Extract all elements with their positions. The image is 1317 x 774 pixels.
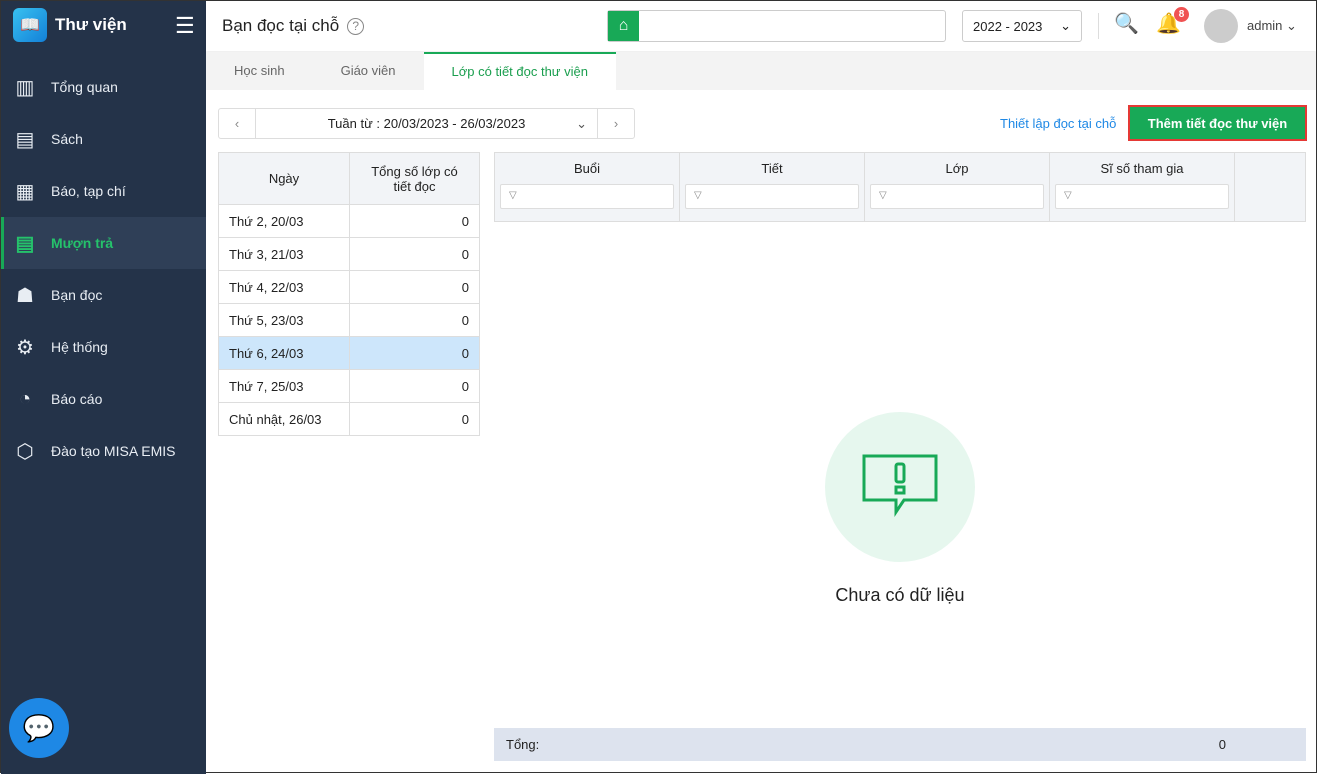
- count-cell: 0: [349, 237, 480, 271]
- day-cell: Thứ 4, 22/03: [218, 270, 350, 304]
- table-row[interactable]: Thứ 4, 22/03 0: [218, 270, 480, 304]
- setup-link[interactable]: Thiết lập đọc tại chỗ: [1000, 116, 1116, 131]
- sidebar-item-label: Đào tạo MISA EMIS: [51, 443, 176, 459]
- table-row[interactable]: Thứ 6, 24/03 0: [218, 336, 480, 370]
- total-label: Tổng:: [506, 737, 540, 752]
- sidebar-item-system[interactable]: ⚙ Hệ thống: [1, 321, 206, 373]
- total-value: 0: [1218, 737, 1226, 752]
- tab-bar: Học sinh Giáo viên Lớp có tiết đọc thư v…: [206, 52, 1316, 90]
- week-picker: ‹ Tuần từ : 20/03/2023 - 26/03/2023 ⌄ ›: [218, 108, 635, 139]
- help-icon[interactable]: ?: [347, 17, 365, 35]
- column-header: Tổng số lớp có tiết đọc: [349, 152, 480, 205]
- next-week-button[interactable]: ›: [598, 109, 634, 138]
- column-header: Buổi: [573, 161, 601, 176]
- count-cell: 0: [349, 303, 480, 337]
- sidebar-item-label: Bạn đọc: [51, 287, 103, 303]
- sidebar-item-label: Tổng quan: [51, 79, 118, 95]
- tab-classes[interactable]: Lớp có tiết đọc thư viện: [423, 52, 616, 90]
- count-cell: 0: [349, 369, 480, 403]
- column-header: Sĩ số tham gia: [1100, 161, 1184, 176]
- gear-icon: ⚙: [16, 336, 34, 359]
- day-cell: Chủ nhật, 26/03: [218, 402, 350, 436]
- day-cell: Thứ 7, 25/03: [218, 369, 350, 403]
- table-row[interactable]: Thứ 2, 20/03 0: [218, 204, 480, 238]
- data-grid-header: Buổi ▽ Tiết ▽ Lớp ▽ Sĩ số tham gia ▽: [494, 152, 1306, 222]
- table-row[interactable]: Thứ 3, 21/03 0: [218, 237, 480, 271]
- borrow-icon: ▤: [15, 232, 35, 255]
- days-table: Ngày Tổng số lớp có tiết đọc Thứ 2, 20/03…: [218, 152, 480, 436]
- reader-icon: ☗: [16, 284, 34, 307]
- filter-input[interactable]: ▽: [870, 184, 1044, 209]
- box-icon: ⬡: [16, 440, 34, 463]
- add-library-period-button[interactable]: Thêm tiết đọc thư viện: [1128, 105, 1307, 141]
- column-header: Ngày: [218, 152, 350, 205]
- count-cell: 0: [349, 270, 480, 304]
- count-cell: 0: [349, 336, 480, 370]
- avatar[interactable]: [1204, 9, 1238, 43]
- count-cell: 0: [349, 402, 480, 436]
- prev-week-button[interactable]: ‹: [219, 109, 255, 138]
- divider: [1098, 13, 1099, 39]
- home-icon: ⌂: [608, 11, 639, 41]
- sidebar-item-newspapers[interactable]: ▦ Báo, tạp chí: [1, 165, 206, 217]
- day-cell: Thứ 3, 21/03: [218, 237, 350, 271]
- tab-teachers[interactable]: Giáo viên: [313, 52, 424, 90]
- table-row[interactable]: Chủ nhật, 26/03 0: [218, 402, 480, 436]
- empty-state-illustration: [825, 412, 975, 562]
- search-analytics-icon[interactable]: 🔍: [1114, 11, 1139, 36]
- sidebar-item-label: Báo cáo: [51, 391, 103, 407]
- sidebar: 📖 Thư viện ☰ ▥ Tổng quan ▤ Sách ▦ Báo, tạp c…: [1, 1, 206, 774]
- notification-badge: 8: [1174, 7, 1189, 22]
- tab-students[interactable]: Học sinh: [206, 52, 313, 90]
- empty-state-text: Chưa có dữ liệu: [835, 585, 965, 605]
- username: admin: [1247, 18, 1283, 33]
- newspaper-icon: ▦: [15, 180, 35, 203]
- sidebar-item-overview[interactable]: ▥ Tổng quan: [1, 61, 206, 113]
- alert-message-icon: [862, 454, 938, 517]
- column-header: Lớp: [945, 161, 969, 176]
- chevron-down-icon: ⌄: [576, 115, 587, 131]
- sidebar-item-reports[interactable]: ◔ Báo cáo: [1, 373, 206, 425]
- sidebar-item-readers[interactable]: ☗ Bạn đọc: [1, 269, 206, 321]
- count-cell: 0: [349, 204, 480, 238]
- chat-icon: 💬: [22, 712, 56, 743]
- total-row: Tổng: 0: [494, 728, 1306, 761]
- sidebar-item-borrow[interactable]: ▤ Mượn trả: [1, 217, 206, 269]
- day-cell: Thứ 5, 23/03: [218, 303, 350, 337]
- chat-button[interactable]: 💬: [9, 698, 69, 758]
- year-value: 2022 - 2023: [973, 18, 1043, 34]
- year-select[interactable]: 2022 - 2023 ⌄: [962, 10, 1082, 42]
- library-logo-icon: 📖: [13, 8, 47, 42]
- week-select[interactable]: Tuần từ : 20/03/2023 - 26/03/2023 ⌄: [255, 109, 598, 138]
- sidebar-item-training[interactable]: ⬡ Đào tạo MISA EMIS: [1, 425, 206, 477]
- table-row[interactable]: Thứ 5, 23/03 0: [218, 303, 480, 337]
- app-name: Thư viện: [55, 15, 127, 34]
- filter-input[interactable]: ▽: [500, 184, 674, 209]
- chevron-down-icon: ⌄: [1060, 18, 1071, 33]
- menu-toggle-icon[interactable]: ☰: [175, 13, 195, 39]
- column-header: Tiết: [761, 161, 783, 176]
- sidebar-item-books[interactable]: ▤ Sách: [1, 113, 206, 165]
- sidebar-item-label: Mượn trả: [51, 235, 114, 251]
- header: Bạn đọc tại chỗ ? ⌂ 2022 - 2023 ⌄ 🔍 🔔 8 a…: [206, 1, 1316, 51]
- day-cell: Thứ 2, 20/03: [218, 204, 350, 238]
- school-selector[interactable]: ⌂: [607, 10, 946, 42]
- filter-input[interactable]: ▽: [685, 184, 859, 209]
- table-row[interactable]: Thứ 7, 25/03 0: [218, 369, 480, 403]
- day-cell: Thứ 6, 24/03: [218, 336, 350, 370]
- filter-input[interactable]: ▽: [1055, 184, 1229, 209]
- user-menu[interactable]: admin ⌄: [1247, 18, 1297, 34]
- sidebar-item-label: Sách: [51, 131, 83, 147]
- sidebar-item-label: Hệ thống: [51, 339, 108, 355]
- page-title: Bạn đọc tại chỗ: [222, 16, 340, 35]
- pie-icon: ◔: [18, 387, 32, 410]
- sidebar-item-label: Báo, tạp chí: [51, 183, 126, 199]
- book-icon: ▤: [15, 128, 35, 151]
- week-value: Tuần từ : 20/03/2023 - 26/03/2023: [327, 116, 526, 131]
- chart-icon: ▥: [15, 76, 35, 99]
